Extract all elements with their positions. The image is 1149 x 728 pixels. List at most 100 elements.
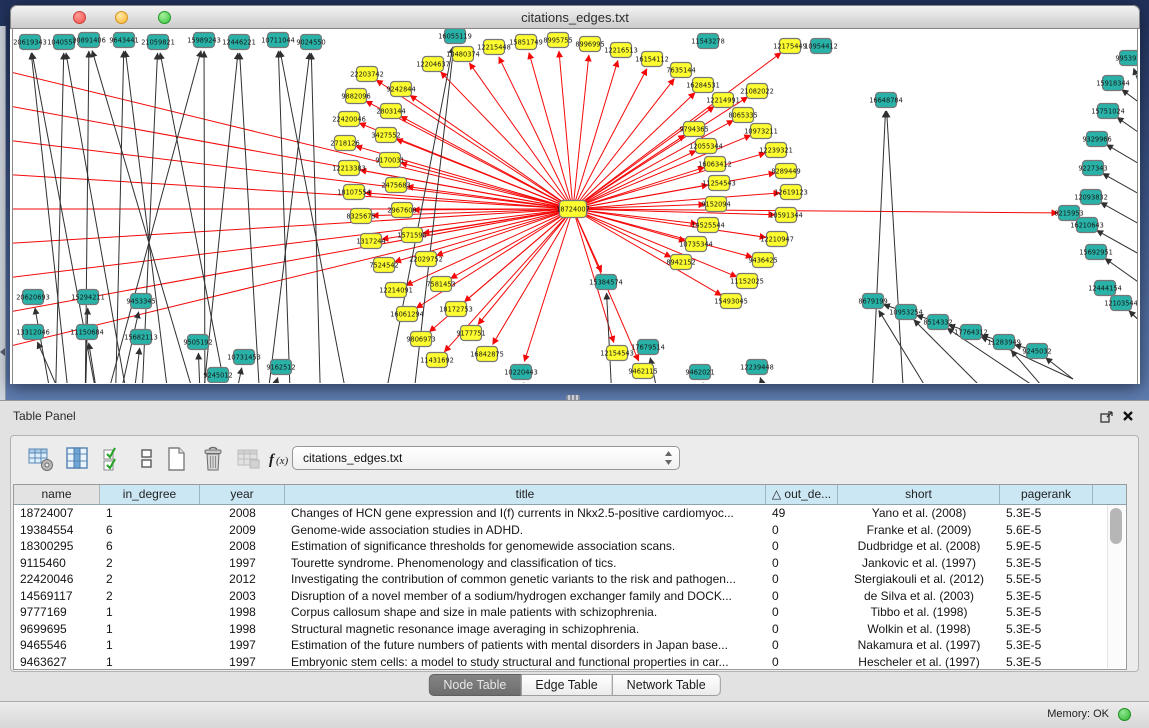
zoom-window-button[interactable]	[158, 11, 171, 24]
table-vertical-scrollbar[interactable]	[1107, 505, 1125, 668]
graph-node[interactable]: 9453345	[126, 294, 155, 309]
scrollbar-thumb[interactable]	[1110, 508, 1122, 544]
graph-node[interactable]: 12154543	[600, 346, 634, 361]
graph-node[interactable]: 16154112	[635, 52, 669, 67]
graph-node[interactable]: 3427552	[371, 128, 400, 143]
graph-node[interactable]: 8942152	[666, 255, 695, 270]
row-height-icon[interactable]	[133, 445, 161, 473]
graph-node[interactable]: 16061294	[390, 307, 424, 322]
table-row[interactable]: 1456911722003Disruption of a novel membe…	[14, 588, 1126, 605]
table-row[interactable]: 911546021997Tourette syndrome. Phenomeno…	[14, 555, 1126, 572]
graph-node[interactable]: 2803144	[376, 104, 405, 119]
graph-node[interactable]: 9953929	[1115, 51, 1137, 66]
graph-node[interactable]: 8514332	[923, 315, 952, 330]
graph-node[interactable]: 11543278	[691, 34, 725, 49]
column-header-short[interactable]: short	[838, 485, 1000, 504]
graph-node[interactable]: 15851749	[509, 35, 543, 50]
network-canvas[interactable]: 1872400722203742988209622420046271812612…	[12, 29, 1138, 384]
new-document-icon[interactable]	[163, 445, 191, 473]
graph-node[interactable]: 9643441	[109, 33, 138, 48]
graph-node[interactable]: 9462115	[628, 364, 657, 379]
tab-node-table[interactable]: Node Table	[428, 674, 521, 696]
graph-node[interactable]: 8065335	[728, 108, 757, 123]
graph-node[interactable]: 12093832	[1074, 190, 1108, 205]
graph-node[interactable]: 2718126	[330, 136, 359, 151]
graph-node[interactable]: 1571598	[397, 228, 426, 243]
graph-node[interactable]: 15692951	[1079, 245, 1113, 260]
function-builder-icon[interactable]: f(x)	[267, 445, 295, 473]
graph-node[interactable]: 12216513	[604, 43, 638, 58]
graph-node[interactable]: 16648784	[869, 93, 903, 108]
graph-node[interactable]: 22029752	[409, 252, 443, 267]
table-row[interactable]: 2242004622012Investigating the contribut…	[14, 571, 1126, 588]
graph-node[interactable]: 9462021	[685, 365, 714, 380]
graph-node[interactable]: 15989243	[187, 33, 221, 48]
graph-node[interactable]: 16842875	[470, 347, 504, 362]
graph-node[interactable]: 11431692	[420, 353, 454, 368]
graph-node[interactable]: 9245012	[203, 368, 232, 383]
graph-node[interactable]: 17679514	[631, 340, 665, 355]
graph-node[interactable]: 8679199	[858, 294, 887, 309]
graph-node[interactable]: 10591344	[769, 208, 803, 223]
float-panel-icon[interactable]	[1099, 409, 1115, 425]
graph-node[interactable]: 9242844	[386, 82, 415, 97]
table-row[interactable]: 969969511998Structural magnetic resonanc…	[14, 621, 1126, 638]
delete-icon[interactable]	[199, 445, 227, 473]
graph-node[interactable]: 9170031	[375, 153, 404, 168]
graph-node[interactable]: 9882096	[341, 89, 370, 104]
graph-node[interactable]: 10711044	[261, 33, 295, 48]
graph-node[interactable]: 2475683	[381, 178, 410, 193]
graph-node[interactable]: 9806973	[406, 332, 435, 347]
graph-node[interactable]: 15682113	[124, 330, 158, 345]
table-row[interactable]: 977716911998Corpus callosum shape and si…	[14, 604, 1126, 621]
tab-network-table[interactable]: Network Table	[612, 674, 721, 696]
graph-node[interactable]: 8995755	[543, 33, 572, 48]
column-header-title[interactable]: title	[285, 485, 766, 504]
graph-node[interactable]: 12210947	[760, 232, 794, 247]
table-row[interactable]: 946362711997Embryonic stem cells: a mode…	[14, 654, 1126, 671]
graph-node[interactable]: 9177751	[456, 326, 485, 341]
minimize-window-button[interactable]	[115, 11, 128, 24]
graph-node[interactable]: 15384574	[589, 275, 623, 290]
left-splitpane-strip[interactable]	[0, 26, 6, 400]
import-table-icon[interactable]	[235, 445, 263, 473]
graph-node[interactable]: 16055119	[438, 29, 472, 44]
table-row[interactable]: 1830029562008Estimation of significance …	[14, 538, 1126, 555]
table-selector-dropdown[interactable]: citations_edges.txt	[292, 446, 680, 470]
graph-node[interactable]: 18724007	[556, 201, 590, 218]
graph-node[interactable]: 12213383	[332, 161, 366, 176]
graph-node[interactable]: 12215448	[477, 40, 511, 55]
table-settings-icon[interactable]	[27, 445, 55, 473]
graph-node[interactable]: 10480374	[446, 47, 480, 62]
graph-node[interactable]: 21059821	[141, 35, 175, 50]
graph-node[interactable]: 8996995	[575, 37, 604, 52]
graph-node[interactable]: 7524542	[369, 258, 398, 273]
graph-node[interactable]: 2967608	[387, 203, 416, 218]
graph-node[interactable]: 11283949	[987, 335, 1021, 350]
graph-node[interactable]: 16063412	[698, 157, 732, 172]
graph-node[interactable]: 9227343	[1078, 161, 1107, 176]
graph-node[interactable]: 8325675	[346, 209, 375, 224]
graph-node[interactable]: 9505192	[183, 335, 212, 350]
graph-node[interactable]: 22203742	[350, 67, 384, 82]
graph-node[interactable]: 12619123	[774, 185, 808, 200]
graph-node[interactable]: 7635144	[666, 63, 695, 78]
graph-node[interactable]: 12175449	[773, 39, 807, 54]
graph-node[interactable]: 10954412	[804, 39, 838, 54]
select-mode-icon[interactable]	[101, 445, 129, 473]
graph-node[interactable]: 9794365	[679, 122, 708, 137]
graph-node[interactable]: 10220443	[504, 365, 538, 380]
graph-node[interactable]: 9436425	[748, 253, 777, 268]
graph-node[interactable]: 7581453	[426, 277, 455, 292]
graph-node[interactable]: 8289449	[771, 164, 800, 179]
close-panel-icon[interactable]	[1121, 409, 1137, 425]
tab-edge-table[interactable]: Edge Table	[520, 674, 612, 696]
graph-node[interactable]: 15294211	[71, 290, 105, 305]
graph-node[interactable]: 1317244	[356, 234, 385, 249]
graph-node[interactable]: 9245032	[1022, 344, 1051, 359]
column-header-name[interactable]: name	[14, 485, 100, 504]
graph-node[interactable]: 12239448	[740, 360, 774, 375]
graph-node[interactable]: 12446221	[222, 35, 256, 50]
graph-node[interactable]: 12103544	[1104, 296, 1137, 311]
graph-node[interactable]: 21082022	[740, 84, 774, 99]
